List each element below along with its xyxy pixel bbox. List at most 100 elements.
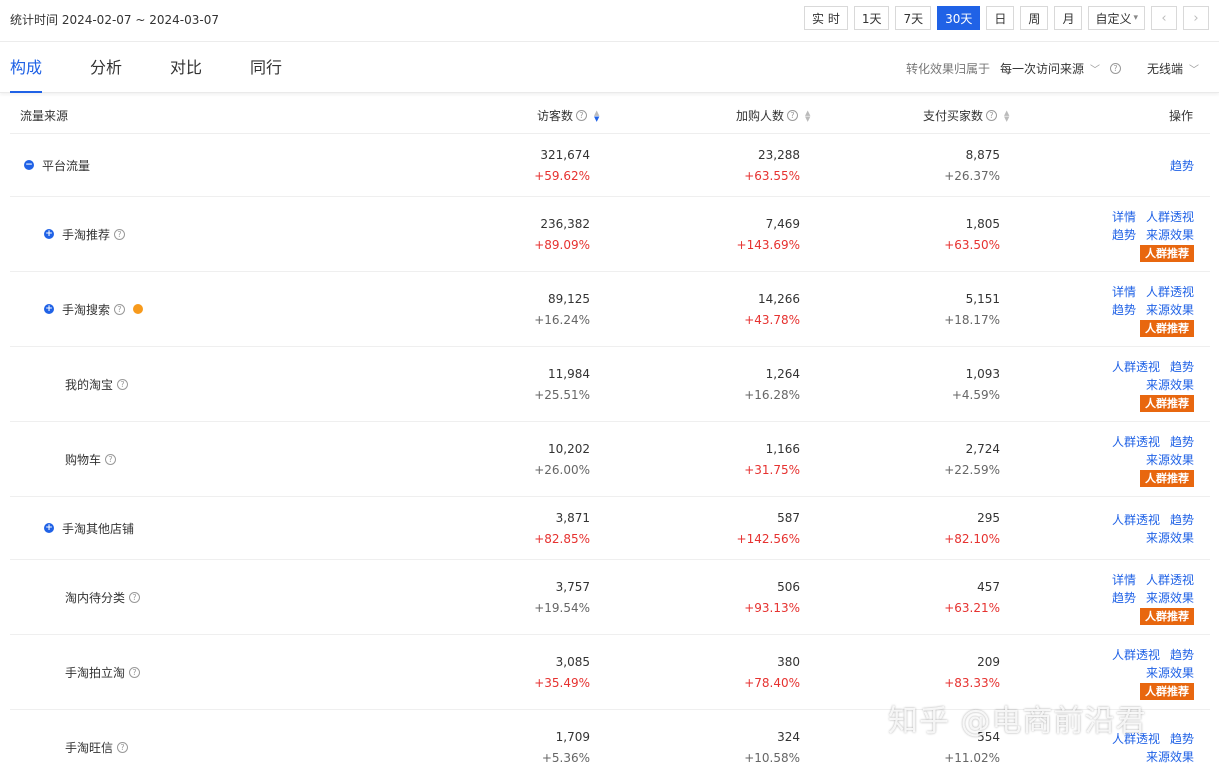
- attribution-select[interactable]: 每一次访问来源: [1000, 60, 1084, 77]
- source-effect-link[interactable]: 来源效果: [1146, 666, 1194, 680]
- col-visitors[interactable]: 访客数 ? ▲ ▼: [537, 107, 599, 124]
- crowd-insight-link[interactable]: 人群透视: [1146, 285, 1194, 299]
- col-buyers[interactable]: 支付买家数 ? ▲ ▼: [923, 107, 1009, 124]
- cart-cell: 506 +93.13%: [744, 577, 800, 619]
- tab-analysis[interactable]: 分析: [90, 43, 122, 93]
- help-icon[interactable]: ?: [129, 666, 141, 678]
- range-day-button[interactable]: 日: [986, 6, 1015, 30]
- trend-link[interactable]: 趋势: [1112, 303, 1136, 317]
- trend-link[interactable]: 趋势: [1112, 228, 1136, 242]
- trend-link[interactable]: 趋势: [1170, 159, 1194, 173]
- col-cart-label: 加购人数: [736, 109, 785, 123]
- source-effect-link[interactable]: 来源效果: [1146, 591, 1194, 605]
- trend-link[interactable]: 趋势: [1170, 648, 1194, 662]
- range-30day-button[interactable]: 30天: [937, 6, 981, 30]
- change-percent: +43.78%: [744, 312, 800, 327]
- sort-icon[interactable]: ▲ ▼: [1004, 109, 1009, 122]
- source-effect-link[interactable]: 来源效果: [1146, 453, 1194, 467]
- buyers-cell: 209 +83.33%: [944, 652, 1000, 694]
- change-percent: +63.50%: [944, 237, 1000, 252]
- table-row: 手淘旺信? 1,709 +5.36% 324 +10.58% 554 +11.02% 人群透视…: [10, 710, 1210, 767]
- help-icon[interactable]: ?: [105, 453, 117, 465]
- help-icon[interactable]: ?: [1109, 63, 1121, 74]
- source-effect-link[interactable]: 来源效果: [1146, 378, 1194, 392]
- trend-link[interactable]: 趋势: [1170, 435, 1194, 449]
- col-source: 流量来源: [20, 107, 68, 124]
- crowd-recommend-button[interactable]: 人群推荐: [1140, 607, 1194, 625]
- crowd-insight-link[interactable]: 人群透视: [1112, 435, 1160, 449]
- table-row: − 平台流量 321,674 +59.62% 23,288 +63.55% 8,875 +26…: [10, 134, 1210, 197]
- trend-link[interactable]: 趋势: [1170, 513, 1194, 527]
- change-percent: +82.85%: [534, 531, 590, 546]
- source-effect-link[interactable]: 来源效果: [1146, 228, 1194, 242]
- source-cell: + 手淘推荐?: [44, 197, 126, 271]
- detail-link[interactable]: 详情: [1112, 285, 1136, 299]
- crowd-insight-link[interactable]: 人群透视: [1112, 732, 1160, 746]
- help-icon[interactable]: ?: [787, 110, 799, 121]
- tab-composition[interactable]: 构成: [10, 43, 43, 93]
- range-month-button[interactable]: 月: [1054, 6, 1083, 30]
- trend-link[interactable]: 趋势: [1170, 732, 1194, 746]
- visitors-cell: 3,085 +35.49%: [534, 652, 590, 694]
- range-week-button[interactable]: 周: [1020, 6, 1049, 30]
- source-name: 平台流量: [42, 158, 91, 173]
- chevron-left-icon[interactable]: ‹: [1151, 6, 1177, 30]
- range-1day-button[interactable]: 1天: [853, 6, 890, 30]
- visitors-cell: 89,125 +16.24%: [534, 289, 590, 331]
- tab-compare[interactable]: 对比: [170, 43, 202, 93]
- device-select[interactable]: 无线端: [1147, 60, 1183, 77]
- chevron-down-icon[interactable]: ﹀: [1189, 61, 1199, 76]
- attribution-bar: 转化效果归属于 每一次访问来源 ﹀ ? 无线端 ﹀: [906, 60, 1199, 77]
- help-icon[interactable]: ?: [576, 110, 588, 121]
- value: 10,202: [548, 441, 590, 456]
- crowd-insight-link[interactable]: 人群透视: [1146, 573, 1194, 587]
- change-percent: +89.09%: [534, 237, 590, 252]
- crowd-recommend-button[interactable]: 人群推荐: [1140, 244, 1194, 262]
- crowd-insight-link[interactable]: 人群透视: [1146, 210, 1194, 224]
- help-icon[interactable]: ?: [117, 741, 129, 753]
- help-icon[interactable]: ?: [114, 303, 126, 315]
- trend-link[interactable]: 趋势: [1170, 360, 1194, 374]
- tab-peers[interactable]: 同行: [250, 43, 282, 93]
- detail-link[interactable]: 详情: [1112, 210, 1136, 224]
- crowd-recommend-button[interactable]: 人群推荐: [1140, 682, 1194, 700]
- collapse-icon[interactable]: −: [24, 160, 34, 170]
- chevron-down-icon[interactable]: ﹀: [1090, 61, 1100, 76]
- range-7day-button[interactable]: 7天: [895, 6, 932, 30]
- change-percent: +63.21%: [944, 600, 1000, 615]
- visitors-cell: 1,709 +5.36%: [542, 727, 590, 767]
- sort-icon[interactable]: ▲ ▼: [805, 109, 810, 122]
- detail-link[interactable]: 详情: [1112, 573, 1136, 587]
- col-visitors-label: 访客数: [537, 109, 574, 123]
- help-icon[interactable]: ?: [117, 378, 129, 390]
- sort-icon[interactable]: ▲ ▼: [594, 109, 599, 122]
- help-icon[interactable]: ?: [129, 591, 141, 603]
- expand-icon[interactable]: +: [44, 229, 54, 239]
- source-effect-link[interactable]: 来源效果: [1146, 303, 1194, 317]
- status-dot: [133, 304, 144, 314]
- help-icon[interactable]: ?: [986, 110, 998, 121]
- crowd-recommend-button[interactable]: 人群推荐: [1140, 469, 1194, 487]
- change-percent: +31.75%: [744, 462, 800, 477]
- chevron-right-icon[interactable]: ›: [1183, 6, 1209, 30]
- value: 3,757: [555, 579, 590, 594]
- trend-link[interactable]: 趋势: [1112, 591, 1136, 605]
- crowd-insight-link[interactable]: 人群透视: [1112, 648, 1160, 662]
- help-icon[interactable]: ?: [114, 228, 126, 240]
- crowd-recommend-button[interactable]: 人群推荐: [1140, 394, 1194, 412]
- cart-cell: 380 +78.40%: [744, 652, 800, 694]
- source-effect-link[interactable]: 来源效果: [1146, 531, 1194, 545]
- crowd-insight-link[interactable]: 人群透视: [1112, 360, 1160, 374]
- source-name: 手淘旺信: [65, 740, 114, 755]
- range-custom-button[interactable]: 自定义 ▾: [1088, 6, 1145, 30]
- expand-icon[interactable]: +: [44, 304, 54, 314]
- expand-icon[interactable]: +: [44, 523, 54, 533]
- crowd-recommend-button[interactable]: 人群推荐: [1140, 319, 1194, 337]
- crowd-insight-link[interactable]: 人群透视: [1112, 513, 1160, 527]
- col-cart[interactable]: 加购人数 ? ▲ ▼: [736, 107, 810, 124]
- change-percent: +19.54%: [534, 600, 590, 615]
- source-cell: − 平台流量: [24, 134, 90, 196]
- source-cell: 手淘旺信?: [65, 710, 129, 767]
- range-realtime-button[interactable]: 实 时: [804, 6, 848, 30]
- source-effect-link[interactable]: 来源效果: [1146, 750, 1194, 764]
